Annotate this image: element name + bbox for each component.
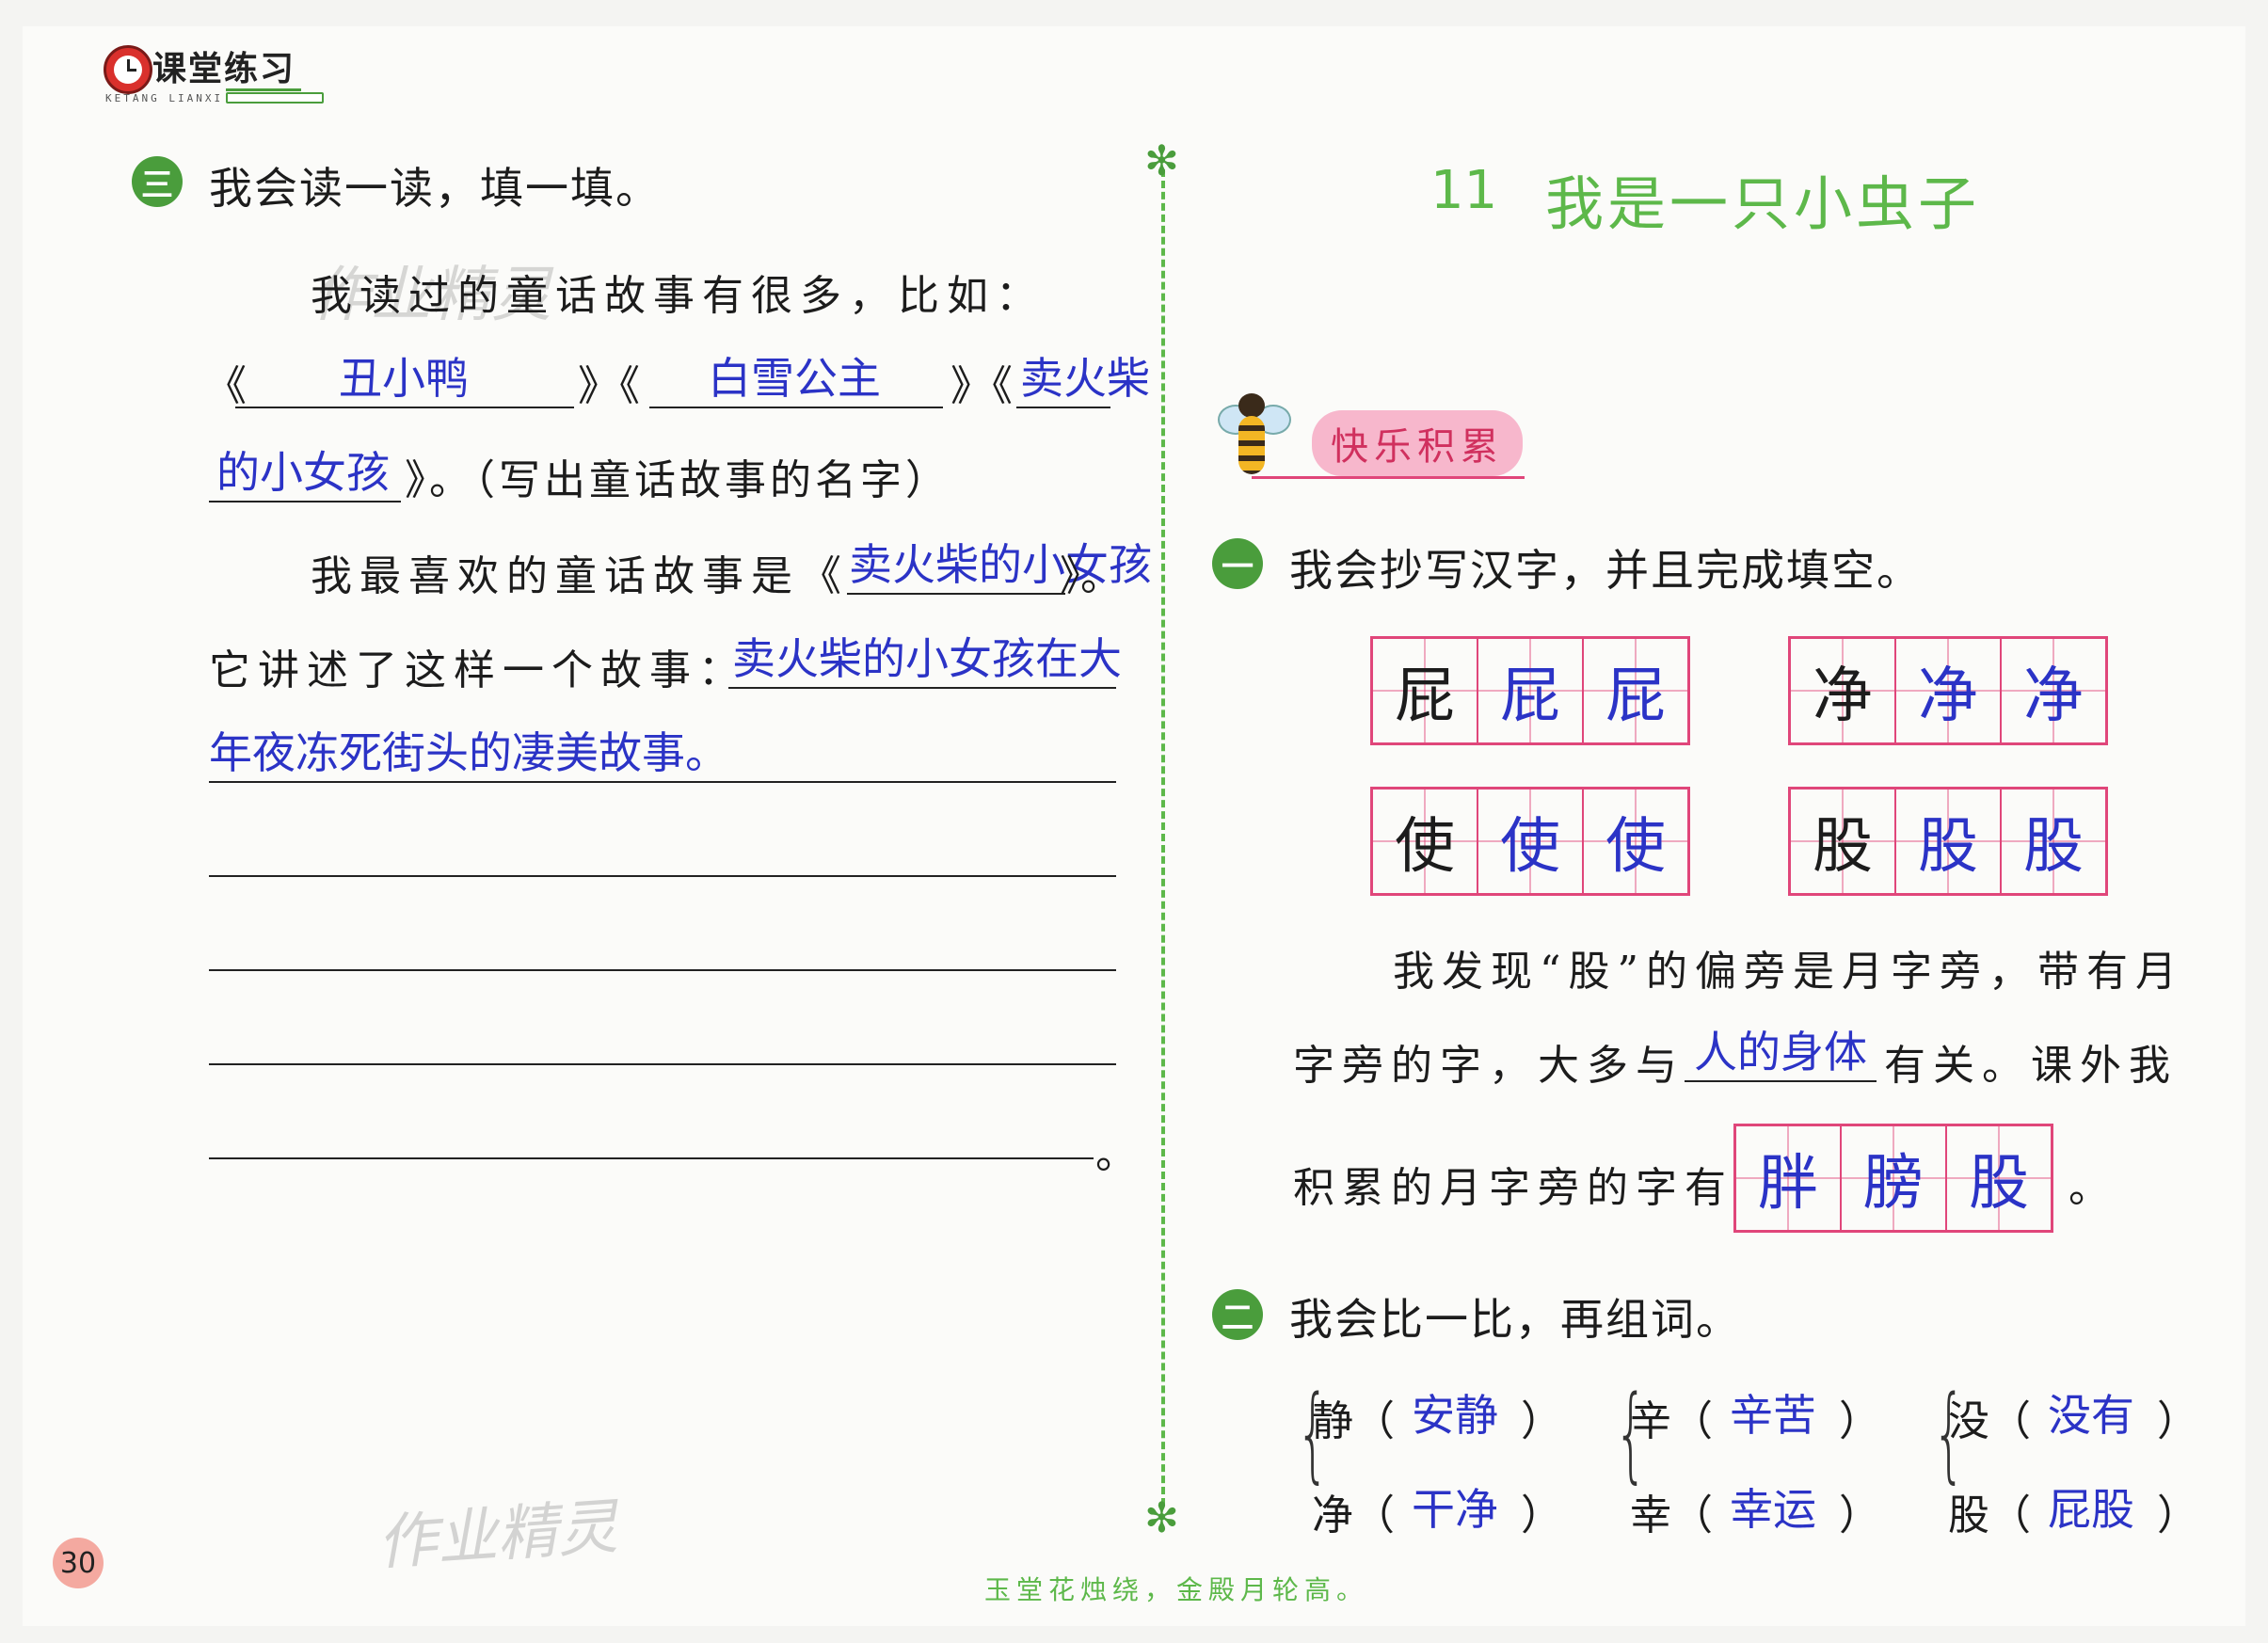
q2-title: 我会比一比，再组词。 (1289, 1294, 1741, 1345)
pair-3-char-b: 股 (1948, 1491, 1989, 1539)
pair-1-word-b: 干净 (1412, 1484, 1498, 1535)
answer-book-2: 白雪公主 (708, 353, 881, 404)
pair-3-word-b: 屁股 (2048, 1484, 2134, 1535)
find-line-3-prefix: 积累的月字旁的字有 (1293, 1164, 1733, 1212)
book-note: 》。（写出童话故事的名字） (405, 456, 950, 504)
answer-find: 人的身体 (1694, 1027, 1867, 1077)
section-number-badge: 三 (132, 156, 183, 207)
blank-line (209, 1063, 1116, 1065)
pair-1-char-b: 净 (1312, 1491, 1353, 1539)
watermark-bottom: 作业精灵 (375, 1492, 620, 1579)
badge-underline (1252, 476, 1525, 479)
lesson-number: 11 (1430, 160, 1498, 221)
header-logo-bar (226, 92, 324, 104)
open-bracket-1: 《 (205, 362, 254, 410)
lesson-title: 我是一只小虫子 (1545, 169, 1981, 238)
copy-grid-jing: 净 净 净 (1788, 636, 2108, 745)
story-prefix: 它讲述了这样一个故事： (209, 646, 747, 694)
pair-1-char-a: 静 (1312, 1397, 1353, 1445)
section-title: 我会读一读，填一填。 (209, 163, 661, 214)
section-badge: 快乐积累 (1312, 410, 1523, 476)
favorite-suffix: 》。 (1060, 552, 1122, 600)
pair-2-char-b: 幸 (1630, 1491, 1671, 1539)
copy-grid-pi: 屁 屁 屁 (1370, 636, 1690, 745)
page-number: 30 (53, 1538, 104, 1588)
flower-icon-top: ✻ (1144, 137, 1179, 185)
answer-book-3b: 的小女孩 (216, 447, 390, 498)
bee-icon (1210, 388, 1295, 482)
find-line-1: 我发现“股”的偏旁是月字旁，带有月 (1393, 948, 2184, 996)
header-logo: 课堂练习 KETANG LIANXI (104, 41, 329, 109)
pair-1-word-a: 安静 (1412, 1390, 1498, 1441)
collected-grid: 胖 膀 股 (1733, 1124, 2053, 1233)
copy-grid-shi: 使 使 使 (1370, 787, 1690, 896)
copy-grid-gu: 股 股 股 (1788, 787, 2108, 896)
answer-story-1: 卖火柴的小女孩在大 (732, 633, 1122, 684)
find-line-3-suffix: 。 (2068, 1164, 2117, 1212)
flower-icon-bottom: ✻ (1144, 1494, 1179, 1542)
blank-line (209, 875, 1116, 877)
blank-line (209, 1157, 1094, 1159)
footer-motto: 玉堂花烛绕，金殿月轮高。 (984, 1574, 1369, 1605)
answer-book-1: 丑小鸭 (339, 353, 469, 404)
q1-title: 我会抄写汉字，并且完成填空。 (1289, 545, 1922, 596)
pair-3-word-a: 没有 (2048, 1390, 2134, 1441)
answer-book-3a: 卖火柴 (1020, 353, 1150, 404)
header-logo-pinyin: KETANG LIANXI (105, 92, 224, 104)
alarm-clock-icon (104, 45, 152, 94)
find-line-2-prefix: 字旁的字，大多与 (1293, 1042, 1685, 1090)
bracket-3: 》《 (950, 362, 1013, 410)
bracket-2: 》《 (578, 362, 640, 410)
reading-line-1: 我读过的童话故事有很多，比如： (311, 272, 1045, 320)
q1-number-badge: 一 (1212, 538, 1263, 589)
blank-line (209, 969, 1116, 971)
center-divider (1161, 169, 1165, 1506)
pair-2-word-a: 辛苦 (1730, 1390, 1816, 1441)
header-logo-text: 课堂练习 (152, 50, 296, 88)
q2-number-badge: 二 (1212, 1289, 1263, 1340)
end-mark: 。 (1095, 1130, 1144, 1178)
answer-story-2: 年夜冻死街头的凄美故事。 (209, 727, 728, 778)
find-line-2-suffix: 有关。课外我 (1884, 1042, 2178, 1090)
pair-2-char-a: 辛 (1630, 1397, 1671, 1445)
pair-2-word-b: 幸运 (1730, 1484, 1816, 1535)
pair-3-char-a: 没 (1948, 1397, 1989, 1445)
favorite-prefix: 我最喜欢的童话故事是《 (311, 552, 849, 600)
